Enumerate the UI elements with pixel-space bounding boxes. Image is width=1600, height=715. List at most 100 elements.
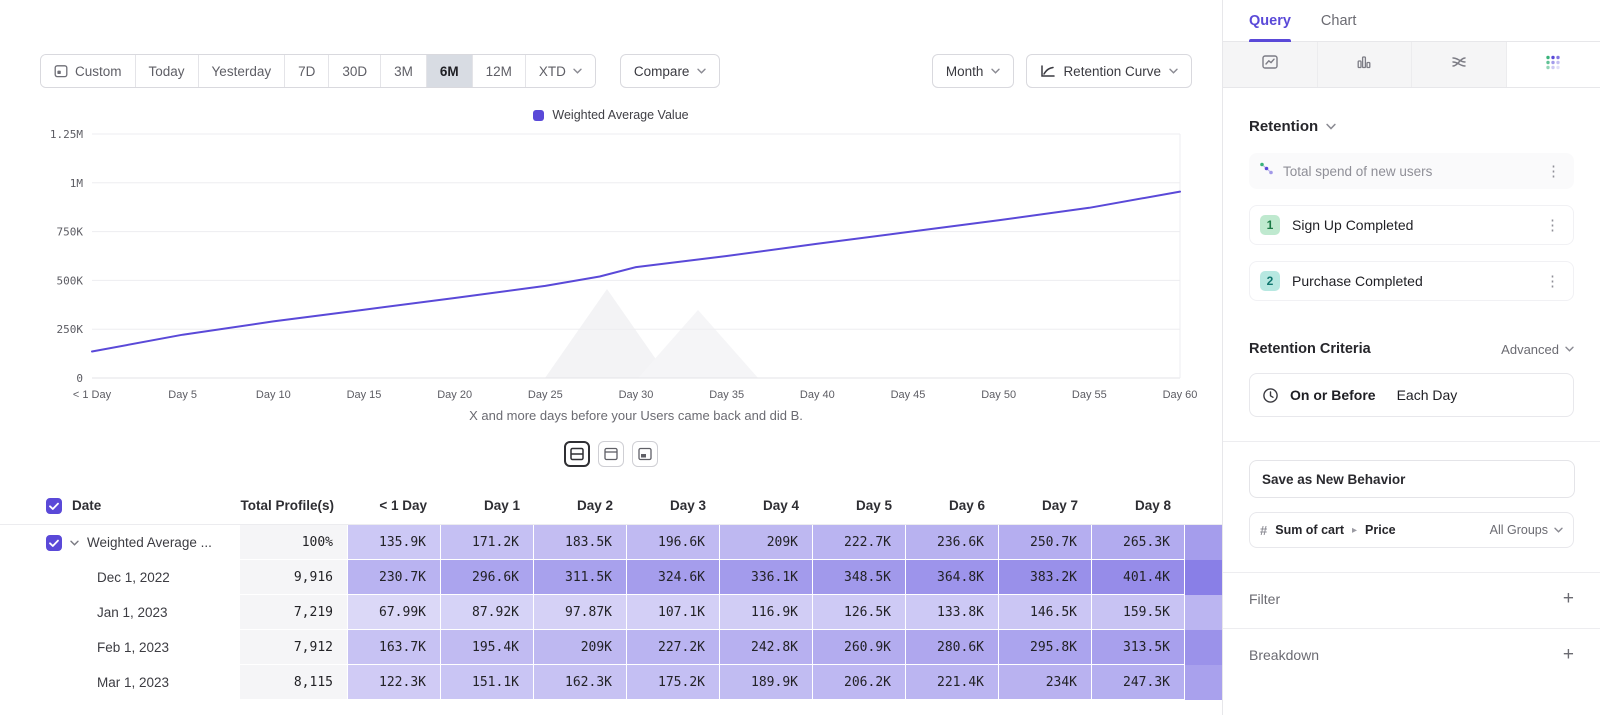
total-profiles-cell[interactable]: 9,916 xyxy=(240,560,348,595)
step-row-1[interactable]: 1 Sign Up Completed ⋮ xyxy=(1249,205,1574,245)
retention-cell[interactable]: 151.1K xyxy=(441,665,534,700)
svg-text:Day 30: Day 30 xyxy=(619,389,654,401)
layout-rows-split-button[interactable] xyxy=(564,441,590,467)
retention-cell[interactable]: 209K xyxy=(534,630,627,665)
layout-single-pane-button[interactable] xyxy=(632,441,658,467)
retention-cell[interactable]: 336.1K xyxy=(720,560,813,595)
total-profiles-cell[interactable]: 7,912 xyxy=(240,630,348,665)
retention-cell[interactable]: 295.8K xyxy=(999,630,1092,665)
retention-cell[interactable]: 234K xyxy=(999,665,1092,700)
retention-cell-overflow[interactable] xyxy=(1185,665,1222,700)
retention-cell[interactable]: 236.6K xyxy=(906,525,999,560)
column-header-day-5: Day 5 xyxy=(813,487,906,524)
table-row: Feb 1, 20237,912163.7K195.4K209K227.2K24… xyxy=(0,630,1222,665)
range-today[interactable]: Today xyxy=(135,55,198,87)
retention-cell[interactable]: 324.6K xyxy=(627,560,720,595)
measurement-row[interactable]: # Sum of cart ▸ Price All Groups xyxy=(1249,512,1574,548)
retention-cell[interactable]: 196.6K xyxy=(627,525,720,560)
layout-header-row-button[interactable] xyxy=(598,441,624,467)
view-tab-funnels[interactable] xyxy=(1317,42,1412,87)
retention-cell[interactable]: 222.7K xyxy=(813,525,906,560)
retention-cell-overflow[interactable] xyxy=(1185,595,1222,630)
retention-condition[interactable]: On or Before Each Day xyxy=(1249,373,1574,417)
retention-cell[interactable]: 183.5K xyxy=(534,525,627,560)
add-breakdown-button[interactable]: + xyxy=(1563,645,1574,664)
retention-cell[interactable]: 175.2K xyxy=(627,665,720,700)
retention-cell[interactable]: 221.4K xyxy=(906,665,999,700)
tab-chart[interactable]: Chart xyxy=(1321,0,1356,42)
tab-query[interactable]: Query xyxy=(1249,0,1291,42)
total-profiles-cell[interactable]: 7,219 xyxy=(240,595,348,630)
retention-cell[interactable]: 133.8K xyxy=(906,595,999,630)
chart-type-button[interactable]: Retention Curve xyxy=(1026,54,1192,88)
number-property-icon: # xyxy=(1260,523,1267,538)
row-expand-chevron-icon[interactable] xyxy=(70,540,79,546)
retention-cell[interactable]: 122.3K xyxy=(348,665,441,700)
range-custom[interactable]: Custom xyxy=(41,55,135,87)
range-6m[interactable]: 6M xyxy=(426,55,472,87)
add-filter-button[interactable]: + xyxy=(1563,589,1574,608)
retention-cell[interactable]: 250.7K xyxy=(999,525,1092,560)
retention-cell[interactable]: 146.5K xyxy=(999,595,1092,630)
retention-cell[interactable]: 265.3K xyxy=(1092,525,1185,560)
chevron-down-icon xyxy=(1169,68,1178,74)
checkbox-checked[interactable] xyxy=(46,498,62,514)
range-12m[interactable]: 12M xyxy=(472,55,525,87)
retention-cell[interactable]: 162.3K xyxy=(534,665,627,700)
range-xtd[interactable]: XTD xyxy=(525,55,595,87)
save-behavior-button[interactable]: Save as New Behavior xyxy=(1249,460,1575,498)
retention-cell[interactable]: 116.9K xyxy=(720,595,813,630)
retention-cell[interactable]: 247.3K xyxy=(1092,665,1185,700)
advanced-dropdown[interactable]: Advanced xyxy=(1501,342,1574,357)
retention-cell[interactable]: 163.7K xyxy=(348,630,441,665)
retention-cell-overflow[interactable] xyxy=(1185,560,1222,595)
retention-cell[interactable]: 135.9K xyxy=(348,525,441,560)
range-30d[interactable]: 30D xyxy=(328,55,380,87)
retention-cell[interactable]: 206.2K xyxy=(813,665,906,700)
retention-cell[interactable]: 189.9K xyxy=(720,665,813,700)
range-yesterday[interactable]: Yesterday xyxy=(198,55,285,87)
retention-line-chart[interactable]: 0250K500K750K1M1.25M< 1 DayDay 5Day 10Da… xyxy=(40,126,1182,404)
retention-cell-overflow[interactable] xyxy=(1185,630,1222,665)
range-7d[interactable]: 7D xyxy=(284,55,328,87)
retention-cell[interactable]: 87.92K xyxy=(441,595,534,630)
step-row-2[interactable]: 2 Purchase Completed ⋮ xyxy=(1249,261,1574,301)
retention-cell[interactable]: 401.4K xyxy=(1092,560,1185,595)
retention-cell[interactable]: 230.7K xyxy=(348,560,441,595)
retention-cell[interactable]: 242.8K xyxy=(720,630,813,665)
total-profiles-cell[interactable]: 8,115 xyxy=(240,665,348,700)
column-header-day-2: Day 2 xyxy=(534,487,627,524)
behavior-card[interactable]: Total spend of new users ⋮ xyxy=(1249,153,1574,189)
retention-cell[interactable]: 67.99K xyxy=(348,595,441,630)
retention-cell[interactable]: 296.6K xyxy=(441,560,534,595)
checkbox-checked[interactable] xyxy=(46,535,62,551)
view-tab-retention[interactable] xyxy=(1506,42,1600,87)
retention-cell[interactable]: 383.2K xyxy=(999,560,1092,595)
range-3m[interactable]: 3M xyxy=(380,55,426,87)
retention-cell[interactable]: 126.5K xyxy=(813,595,906,630)
retention-cell[interactable]: 195.4K xyxy=(441,630,534,665)
kebab-menu-icon[interactable]: ⋮ xyxy=(1542,218,1563,233)
retention-cell-overflow[interactable] xyxy=(1185,525,1222,560)
retention-cell[interactable]: 209K xyxy=(720,525,813,560)
retention-cell[interactable]: 171.2K xyxy=(441,525,534,560)
retention-cell[interactable]: 159.5K xyxy=(1092,595,1185,630)
compare-button[interactable]: Compare xyxy=(620,54,721,88)
kebab-menu-icon[interactable]: ⋮ xyxy=(1543,164,1564,179)
total-profiles-cell[interactable]: 100% xyxy=(240,525,348,560)
retention-cell[interactable]: 227.2K xyxy=(627,630,720,665)
retention-cell[interactable]: 311.5K xyxy=(534,560,627,595)
retention-cell[interactable]: 107.1K xyxy=(627,595,720,630)
retention-cell[interactable]: 364.8K xyxy=(906,560,999,595)
kebab-menu-icon[interactable]: ⋮ xyxy=(1542,274,1563,289)
retention-cell[interactable]: 280.6K xyxy=(906,630,999,665)
granularity-button[interactable]: Month xyxy=(932,54,1015,88)
all-groups-dropdown[interactable]: All Groups xyxy=(1490,523,1563,537)
report-type-selector[interactable]: Retention xyxy=(1249,118,1574,135)
retention-cell[interactable]: 260.9K xyxy=(813,630,906,665)
retention-cell[interactable]: 348.5K xyxy=(813,560,906,595)
retention-cell[interactable]: 97.87K xyxy=(534,595,627,630)
view-tab-insights[interactable] xyxy=(1223,42,1317,87)
view-tab-flows[interactable] xyxy=(1411,42,1506,87)
retention-cell[interactable]: 313.5K xyxy=(1092,630,1185,665)
